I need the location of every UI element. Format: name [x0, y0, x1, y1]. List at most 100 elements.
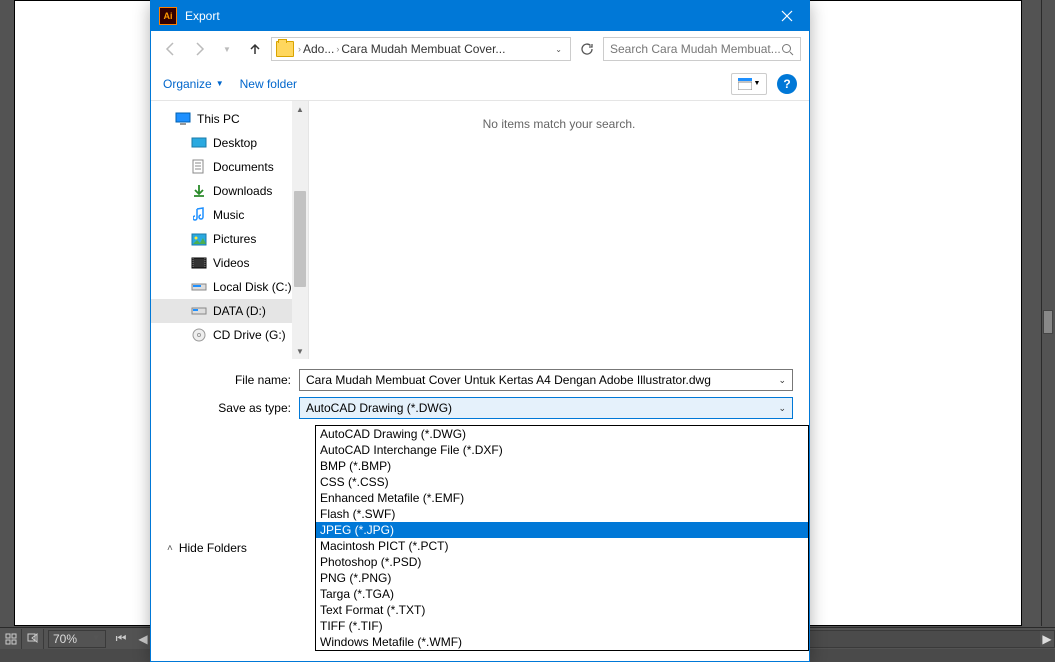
scroll-up-icon[interactable]: ▲ [292, 101, 308, 117]
hide-folders-label: Hide Folders [179, 541, 247, 555]
recent-dropdown[interactable]: ▼ [215, 37, 239, 61]
view-icon [738, 78, 752, 90]
dropdown-option[interactable]: Photoshop (*.PSD) [316, 554, 808, 570]
back-button[interactable] [159, 37, 183, 61]
arrow-left-icon [163, 41, 179, 57]
dropdown-option[interactable]: Flash (*.SWF) [316, 506, 808, 522]
forward-button[interactable] [187, 37, 211, 61]
tree-item-documents[interactable]: Documents [151, 155, 308, 179]
close-button[interactable] [764, 1, 809, 31]
search-input[interactable]: Search Cara Mudah Membuat... [603, 37, 801, 61]
folder-tree: This PC Desktop Documents Downloads [151, 101, 308, 353]
scrollbar-thumb[interactable] [294, 191, 306, 287]
monitor-icon [175, 112, 191, 126]
dropdown-option[interactable]: CSS (*.CSS) [316, 474, 808, 490]
nav-bar: ▼ › Ado... › Cara Mudah Membuat Cover...… [151, 31, 809, 67]
chevron-down-icon: ▼ [91, 633, 101, 644]
zoom-combo[interactable]: 70% ▼ [48, 630, 106, 648]
savetype-combo[interactable]: AutoCAD Drawing (*.DWG) ⌄ [299, 397, 793, 419]
tree-item-music[interactable]: Music [151, 203, 308, 227]
dropdown-option[interactable]: Macintosh PICT (*.PCT) [316, 538, 808, 554]
tree-label: Local Disk (C:) [213, 280, 292, 294]
filename-label: File name: [167, 373, 299, 387]
tree-item-datad[interactable]: DATA (D:) [151, 299, 308, 323]
breadcrumb-item[interactable]: Ado... [303, 42, 334, 56]
chevron-down-icon[interactable]: ⌄ [778, 375, 786, 386]
scroll-down-icon[interactable]: ▼ [292, 343, 308, 359]
command-bar: Organize ▼ New folder ▼ ? [151, 67, 809, 101]
organize-label: Organize [163, 77, 212, 91]
dropdown-option[interactable]: AutoCAD Interchange File (*.DXF) [316, 442, 808, 458]
breadcrumb[interactable]: › Ado... › Cara Mudah Membuat Cover... ⌄ [271, 37, 571, 61]
form-area: File name: Cara Mudah Membuat Cover Untu… [151, 359, 809, 661]
nav-first-icon[interactable]: ⏮ [110, 629, 132, 649]
zoom-value: 70% [53, 632, 77, 646]
search-placeholder: Search Cara Mudah Membuat... [610, 42, 781, 56]
empty-message: No items match your search. [483, 117, 636, 131]
drive-icon [191, 280, 207, 294]
tree-label: Pictures [213, 232, 256, 246]
tree-label: Music [213, 208, 244, 222]
tree-label: CD Drive (G:) [213, 328, 286, 342]
new-folder-label: New folder [240, 77, 297, 91]
export-dialog: Ai Export ▼ › Ado... › [150, 0, 810, 662]
dropdown-option[interactable]: PNG (*.PNG) [316, 570, 808, 586]
tree-label: Downloads [213, 184, 272, 198]
filename-input[interactable]: Cara Mudah Membuat Cover Untuk Kertas A4… [299, 369, 793, 391]
chevron-right-icon: › [336, 44, 339, 54]
sidebar-scrollbar[interactable]: ▲ ▼ [292, 101, 308, 359]
tree-label: Desktop [213, 136, 257, 150]
tree-item-cdg[interactable]: CD Drive (G:) [151, 323, 308, 347]
refresh-button[interactable] [575, 37, 599, 61]
chevron-down-icon[interactable]: ⌄ [551, 45, 566, 54]
dialog-titlebar[interactable]: Ai Export [151, 1, 809, 31]
dropdown-option[interactable]: JPEG (*.JPG) [316, 522, 808, 538]
organize-button[interactable]: Organize ▼ [163, 77, 224, 91]
status-grid-icon[interactable] [0, 629, 22, 649]
savetype-dropdown-list: AutoCAD Drawing (*.DWG)AutoCAD Interchan… [315, 425, 809, 651]
dropdown-option[interactable]: Text Format (*.TXT) [316, 602, 808, 618]
status-export-icon[interactable] [22, 629, 44, 649]
tree-label: This PC [197, 112, 240, 126]
dropdown-option[interactable]: Enhanced Metafile (*.EMF) [316, 490, 808, 506]
chevron-down-icon: ▼ [223, 45, 231, 54]
tree-item-thispc[interactable]: This PC [151, 107, 308, 131]
hide-folders-button[interactable]: ˄ Hide Folders [167, 541, 247, 555]
scrollbar-thumb[interactable] [1043, 310, 1053, 334]
close-icon [781, 10, 793, 22]
refresh-icon [580, 42, 594, 56]
search-icon [781, 43, 794, 56]
tree-item-desktop[interactable]: Desktop [151, 131, 308, 155]
desktop-icon [191, 136, 207, 150]
help-icon: ? [783, 77, 790, 91]
dropdown-option[interactable]: BMP (*.BMP) [316, 458, 808, 474]
dialog-title: Export [185, 9, 764, 23]
tree-item-localc[interactable]: Local Disk (C:) [151, 275, 308, 299]
right-scrollbar[interactable] [1041, 0, 1055, 626]
tree-item-videos[interactable]: Videos [151, 251, 308, 275]
dialog-body: This PC Desktop Documents Downloads [151, 101, 809, 359]
dropdown-option[interactable]: AutoCAD Drawing (*.DWG) [316, 426, 808, 442]
new-folder-button[interactable]: New folder [240, 77, 297, 91]
chevron-right-icon: › [298, 44, 301, 54]
tree-label: Videos [213, 256, 249, 270]
downloads-icon [191, 184, 207, 198]
dropdown-option[interactable]: Windows Metafile (*.WMF) [316, 634, 808, 650]
tree-label: DATA (D:) [213, 304, 266, 318]
documents-icon [191, 160, 207, 174]
scroll-right-icon[interactable]: ▶ [1040, 631, 1054, 647]
dropdown-option[interactable]: Targa (*.TGA) [316, 586, 808, 602]
view-options-button[interactable]: ▼ [731, 73, 767, 95]
tree-label: Documents [213, 160, 274, 174]
up-button[interactable] [243, 37, 267, 61]
savetype-label: Save as type: [167, 401, 299, 415]
dropdown-option[interactable]: TIFF (*.TIF) [316, 618, 808, 634]
tree-item-downloads[interactable]: Downloads [151, 179, 308, 203]
chevron-down-icon[interactable]: ⌄ [778, 403, 786, 414]
chevron-down-icon: ▼ [216, 79, 224, 88]
arrow-right-icon [191, 41, 207, 57]
savetype-value: AutoCAD Drawing (*.DWG) [306, 401, 452, 415]
tree-item-pictures[interactable]: Pictures [151, 227, 308, 251]
breadcrumb-item[interactable]: Cara Mudah Membuat Cover... [341, 42, 505, 56]
help-button[interactable]: ? [777, 74, 797, 94]
